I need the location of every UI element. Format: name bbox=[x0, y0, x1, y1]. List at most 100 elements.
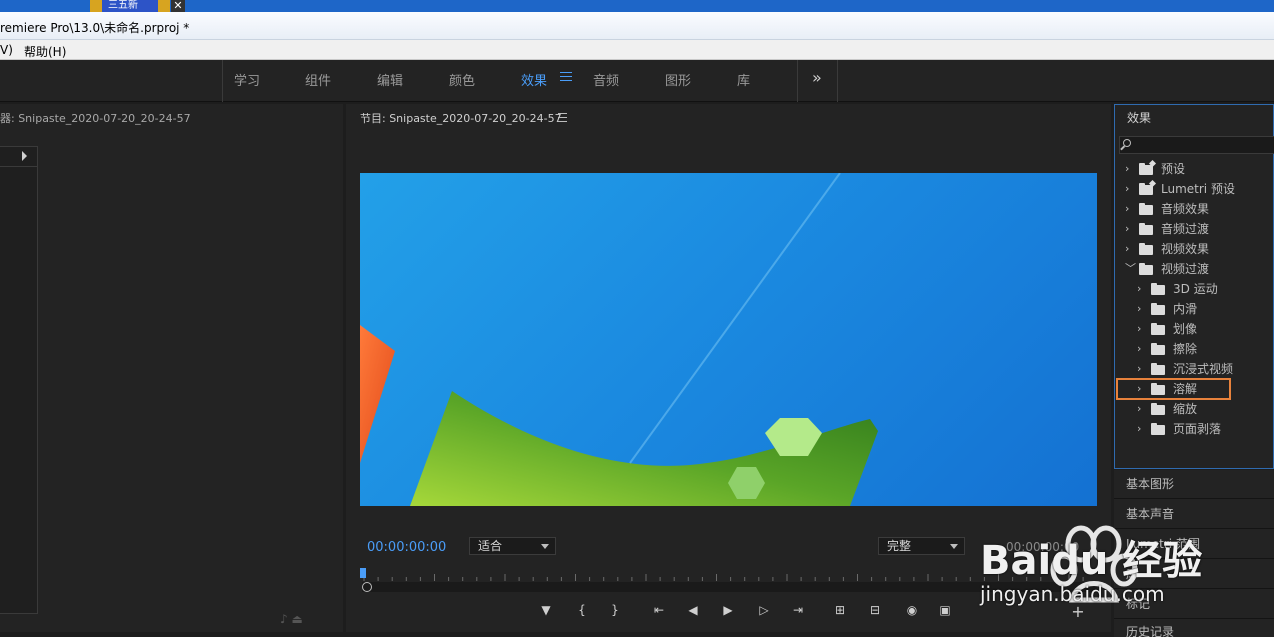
lift-icon[interactable]: ⊞ bbox=[832, 602, 848, 618]
go-to-in-icon[interactable]: ⇤ bbox=[651, 602, 667, 618]
source-monitor-panel: 器: Snipaste_2020-07-20_20-24-57 ♪ ⏏ bbox=[0, 104, 343, 632]
taskbar-tab-label[interactable]: 三五新 bbox=[102, 0, 158, 12]
comparison-view-icon[interactable]: ▣ bbox=[937, 602, 953, 618]
chevron-right-icon[interactable]: › bbox=[1137, 359, 1147, 379]
source-footer-icons[interactable]: ♪ ⏏ bbox=[280, 612, 303, 626]
chevron-right-icon[interactable]: › bbox=[1125, 239, 1135, 259]
extract-icon[interactable]: ⊟ bbox=[867, 602, 883, 618]
source-panel-title[interactable]: 器: Snipaste_2020-07-20_20-24-57 bbox=[0, 110, 191, 126]
mark-out-icon[interactable]: } bbox=[608, 602, 622, 618]
fit-dropdown[interactable]: 适合 bbox=[469, 537, 556, 555]
video-frame-graphic bbox=[360, 173, 878, 506]
chevron-right-icon[interactable]: › bbox=[1137, 319, 1147, 339]
chevron-right-icon[interactable]: › bbox=[1137, 339, 1147, 359]
workspace-tab-graphics[interactable]: 图形 bbox=[665, 70, 691, 89]
current-timecode[interactable]: 00:00:00:00 bbox=[367, 540, 446, 555]
add-marker-icon[interactable]: ▼ bbox=[539, 602, 553, 618]
effects-tree-item[interactable]: ﹀ 视频过渡 bbox=[1125, 259, 1271, 279]
chevron-right-icon[interactable]: › bbox=[1125, 159, 1135, 179]
menu-item-view[interactable]: V) bbox=[0, 43, 13, 57]
play-icon[interactable]: ▶ bbox=[720, 602, 736, 618]
step-forward-icon[interactable]: ▷ bbox=[757, 602, 771, 618]
effects-tree-label: 音频过渡 bbox=[1161, 222, 1210, 236]
workspace-divider bbox=[222, 60, 223, 102]
export-frame-icon[interactable]: ◉ bbox=[904, 602, 920, 618]
watermark-text: Baidu 经验 bbox=[980, 538, 1203, 584]
effects-tree-item[interactable]: › 音频过渡 bbox=[1125, 219, 1271, 239]
mark-in-icon[interactable]: { bbox=[575, 602, 589, 618]
chevron-right-icon[interactable]: › bbox=[1137, 399, 1147, 419]
divider bbox=[1114, 618, 1274, 619]
taskbar: 三五新 ✕ bbox=[0, 0, 1274, 12]
folder-icon bbox=[1151, 303, 1165, 315]
chevron-right-icon[interactable]: › bbox=[1137, 279, 1147, 299]
folder-icon bbox=[1151, 403, 1165, 415]
workspace-divider bbox=[837, 60, 838, 102]
effects-tree-item[interactable]: › Lumetri 预设 bbox=[1125, 179, 1271, 199]
watermark-url: jingyan.baidu.com bbox=[980, 582, 1165, 606]
panel-history[interactable]: 历史记录 bbox=[1126, 623, 1174, 637]
effects-tree-item[interactable]: › 擦除 bbox=[1137, 339, 1271, 359]
chevron-right-icon[interactable]: › bbox=[1125, 179, 1135, 199]
more-workspaces-icon[interactable]: » bbox=[812, 68, 822, 87]
workspace-tab-libraries[interactable]: 库 bbox=[737, 70, 750, 89]
menu-item-help[interactable]: 帮助(H) bbox=[24, 43, 66, 60]
effects-tree-item[interactable]: › 预设 bbox=[1125, 159, 1271, 179]
folder-icon bbox=[1151, 423, 1165, 435]
preset-folder-icon bbox=[1139, 163, 1153, 175]
workspace-tab-learn[interactable]: 学习 bbox=[234, 70, 260, 89]
effects-search-input[interactable] bbox=[1119, 136, 1274, 154]
effects-tree-item[interactable]: › 划像 bbox=[1137, 319, 1271, 339]
chevron-down-icon bbox=[541, 544, 549, 549]
quality-dropdown[interactable]: 完整 bbox=[878, 537, 965, 555]
chevron-down-icon[interactable]: ﹀ bbox=[1125, 259, 1136, 279]
chevron-right-icon[interactable]: › bbox=[1125, 199, 1135, 219]
program-panel-title[interactable]: 节目: Snipaste_2020-07-20_20-24-57 bbox=[360, 110, 562, 126]
panel-essential-graphics[interactable]: 基本图形 bbox=[1126, 475, 1174, 492]
folder-icon bbox=[1151, 323, 1165, 335]
effects-tree-item[interactable]: › 沉浸式视频 bbox=[1137, 359, 1271, 379]
effects-tree-item[interactable]: › 音频效果 bbox=[1125, 199, 1271, 219]
effects-tree-label: 视频过渡 bbox=[1161, 262, 1210, 276]
workspace-tab-editing[interactable]: 编辑 bbox=[377, 70, 403, 89]
play-arrow-icon[interactable] bbox=[22, 151, 27, 161]
effects-panel-title[interactable]: 效果 bbox=[1127, 109, 1151, 126]
chevron-right-icon[interactable]: › bbox=[1137, 419, 1147, 439]
effects-tree-item[interactable]: › 3D 运动 bbox=[1137, 279, 1271, 299]
title-bar: remiere Pro\13.0\未命名.prproj * bbox=[0, 12, 1274, 40]
highlight-box bbox=[1116, 378, 1231, 400]
effects-tree-label: 缩放 bbox=[1173, 402, 1198, 416]
panel-menu-icon[interactable] bbox=[558, 113, 567, 122]
go-to-out-icon[interactable]: ⇥ bbox=[790, 602, 806, 618]
workspace-tab-audio[interactable]: 音频 bbox=[593, 70, 619, 89]
effects-tree-label: 预设 bbox=[1161, 162, 1186, 176]
scrollbar-handle[interactable] bbox=[362, 582, 372, 592]
step-back-icon[interactable]: ◀ bbox=[686, 602, 700, 618]
workspace-tab-assembly[interactable]: 组件 bbox=[305, 70, 331, 89]
effects-tree-item[interactable]: › 页面剥落 bbox=[1137, 419, 1271, 439]
video-preview bbox=[360, 173, 1097, 506]
menu-bar: V) 帮助(H) bbox=[0, 40, 1274, 60]
source-inner-area bbox=[0, 146, 38, 614]
effects-tree-item[interactable]: › 缩放 bbox=[1137, 399, 1271, 419]
effects-tree-label: 沉浸式视频 bbox=[1173, 362, 1234, 376]
folder-icon bbox=[1151, 283, 1165, 295]
effects-tree-label: 内滑 bbox=[1173, 302, 1198, 316]
effects-tree-label: 页面剥落 bbox=[1173, 422, 1222, 436]
folder-icon bbox=[1139, 243, 1153, 255]
playhead[interactable] bbox=[360, 568, 366, 578]
source-header bbox=[0, 147, 38, 167]
chevron-right-icon[interactable]: › bbox=[1125, 219, 1135, 239]
chevron-right-icon[interactable]: › bbox=[1137, 299, 1147, 319]
taskbar-close-icon[interactable]: ✕ bbox=[171, 0, 185, 12]
workspace-menu-icon[interactable] bbox=[560, 72, 572, 84]
effects-tree-label: 3D 运动 bbox=[1173, 282, 1218, 296]
window-title: remiere Pro\13.0\未命名.prproj * bbox=[0, 21, 190, 35]
workspace-tab-effects[interactable]: 效果 bbox=[521, 70, 547, 89]
workspace-tab-color[interactable]: 颜色 bbox=[449, 70, 475, 89]
effects-panel: 效果 › 预设 › Lumetri 预设 › 音频效果 › 音频过渡 › 视频效果 ﹀ 视频过渡 › 3D… bbox=[1114, 104, 1274, 469]
effects-tree-item[interactable]: › 视频效果 bbox=[1125, 239, 1271, 259]
effects-tree-item[interactable]: › 内滑 bbox=[1137, 299, 1271, 319]
folder-icon bbox=[1139, 203, 1153, 215]
workspace-divider bbox=[797, 60, 798, 102]
